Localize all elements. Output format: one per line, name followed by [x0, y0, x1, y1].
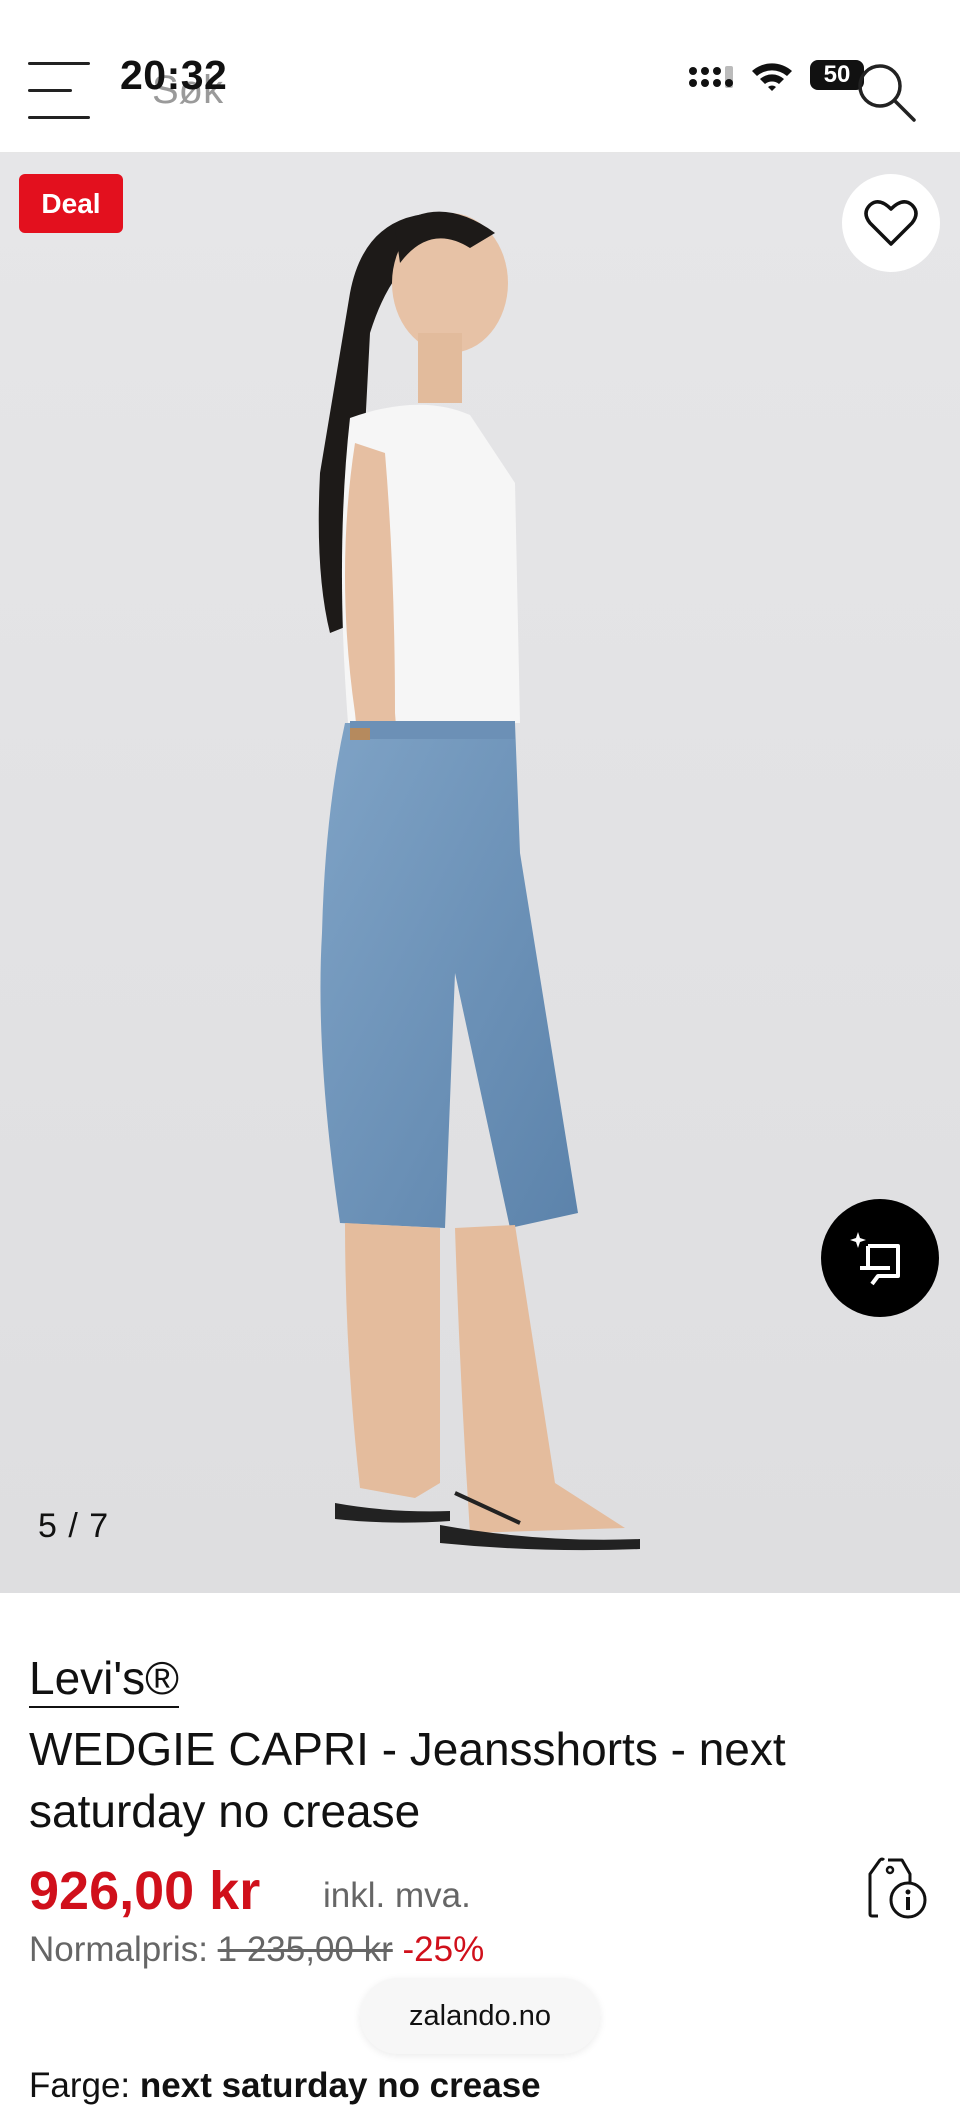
top-header: Søk 20:32 50: [0, 0, 960, 153]
color-line: Farge: next saturday no crease: [29, 2066, 541, 2106]
color-label: Farge:: [29, 2066, 131, 2105]
color-value: next saturday no crease: [139, 2066, 541, 2105]
product-title: WEDGIE CAPRI - Jeansshorts - next saturd…: [29, 1723, 786, 1837]
search-icon[interactable]: [854, 60, 918, 124]
image-counter: 5 / 7: [38, 1507, 110, 1545]
product-image-gallery[interactable]: Deal 5 / 7: [0, 153, 960, 1593]
normal-price: 1 235,00 kr: [217, 1930, 393, 1969]
wishlist-button[interactable]: [842, 174, 940, 272]
site-domain-pill[interactable]: zalando.no: [360, 1978, 600, 2054]
ai-crop-button[interactable]: [821, 1199, 939, 1317]
hamburger-menu-icon[interactable]: [28, 62, 90, 122]
cellular-signal-icon: [689, 66, 733, 88]
brand-link[interactable]: Levi's®: [29, 1652, 180, 1708]
wifi-icon: [752, 63, 792, 91]
heart-icon: [864, 200, 918, 246]
status-bar-clock: 20:32: [120, 52, 228, 98]
normal-price-label: Normalpris:: [29, 1930, 208, 1969]
current-price: 926,00 kr: [29, 1861, 261, 1921]
discount-percent: -25%: [402, 1930, 485, 1969]
normal-price-line: Normalpris: 1 235,00 kr -25%: [29, 1930, 484, 1970]
product-photo: [0, 153, 960, 1593]
vat-label: inkl. mva.: [323, 1876, 471, 1915]
price-tag-info-icon[interactable]: [868, 1856, 930, 1920]
ai-crop-icon: [850, 1232, 900, 1286]
deal-badge: Deal: [19, 174, 123, 233]
